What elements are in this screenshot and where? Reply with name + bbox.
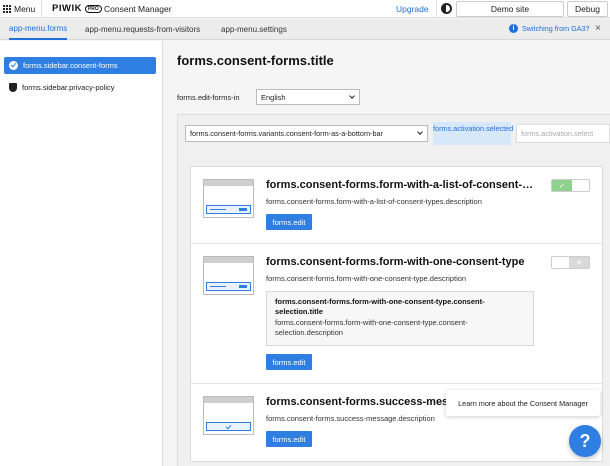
tab-forms[interactable]: app-menu.forms [9,19,68,40]
page-title: forms.consent-forms.title [177,53,334,68]
form-preview-thumbnail [203,179,254,218]
language-label: forms.edit-forms-in [177,93,240,102]
variant-select[interactable]: forms.consent-forms.variants.consent-for… [185,125,428,142]
sidebar: forms.sidebar.consent-forms forms.sideba… [0,41,163,466]
tab-requests-from-visitors[interactable]: app-menu.requests-from-visitors [85,19,200,40]
logo[interactable]: PIWIK PRO [52,3,102,14]
activation-toggle[interactable]: ✕ [551,256,590,269]
form-card-one-consent-type: forms.consent-forms.form-with-one-consen… [191,244,602,384]
shield-icon [9,83,17,92]
language-select[interactable]: English [256,89,360,105]
form-preview-thumbnail [203,396,254,435]
menu-button[interactable]: Menu [0,0,40,18]
close-icon: ✕ [569,257,589,268]
grid-icon [3,5,11,13]
form-cards-list: forms.consent-forms.form-with-a-list-of-… [190,166,603,462]
help-tooltip[interactable]: Learn more about the Consent Manager [446,390,600,416]
ga3-banner-label: Switching from GA3? [522,24,590,33]
form-card-list-of-consent-types: forms.consent-forms.form-with-a-list-of-… [191,167,602,244]
card-title: forms.consent-forms.form-with-one-consen… [266,256,525,268]
check-circle-icon [9,61,18,70]
divider [41,0,42,18]
language-value: English [261,92,286,102]
activation-toggle[interactable]: ✓ [551,179,590,192]
activation-selected-badge: forms.activation.selected [433,122,513,145]
consent-selection-box: forms.consent-forms.form-with-one-consen… [266,291,534,346]
sidebar-item-label: forms.sidebar.consent-forms [23,61,118,70]
close-icon[interactable]: × [595,23,601,34]
sidebar-item-privacy-policy[interactable]: forms.sidebar.privacy-policy [4,79,156,96]
check-icon: ✓ [552,180,572,191]
upgrade-link[interactable]: Upgrade [396,4,429,14]
form-preview-thumbnail [203,256,254,295]
chevron-down-icon [417,129,423,135]
card-description: forms.consent-forms.form-with-a-list-of-… [266,197,482,206]
ga3-banner-link[interactable]: i Switching from GA3? [509,24,590,33]
help-button[interactable]: ? [569,425,601,457]
top-bar: Menu PIWIK PRO Consent Manager Upgrade D… [0,0,610,18]
tab-settings[interactable]: app-menu.settings [221,19,287,40]
theme-toggle-icon[interactable] [441,3,452,14]
edit-button[interactable]: forms.edit [266,431,312,447]
tab-bar: app-menu.forms app-menu.requests-from-vi… [0,19,610,40]
site-selector[interactable]: Demo site [456,1,564,17]
logo-word: PIWIK [52,3,82,14]
edit-button[interactable]: forms.edit [266,354,312,370]
activation-select-button[interactable]: forms.activation.select [516,124,610,143]
product-name: Consent Manager [104,4,172,14]
divider [436,0,437,18]
chevron-down-icon [349,93,355,99]
card-description: forms.consent-forms.success-message.desc… [266,414,435,423]
variant-value: forms.consent-forms.variants.consent-for… [190,129,384,138]
card-description: forms.consent-forms.form-with-one-consen… [266,274,467,283]
sidebar-item-label: forms.sidebar.privacy-policy [22,83,115,92]
card-title: forms.consent-forms.form-with-a-list-of-… [266,179,534,191]
menu-label: Menu [14,4,36,14]
debug-button[interactable]: Debug [567,1,608,17]
logo-badge: PRO [84,4,102,13]
consent-selection-description: forms.consent-forms.form-with-one-consen… [275,318,468,337]
info-icon: i [509,24,518,33]
sidebar-item-consent-forms[interactable]: forms.sidebar.consent-forms [4,57,156,74]
consent-selection-title: forms.consent-forms.form-with-one-consen… [275,297,485,316]
edit-button[interactable]: forms.edit [266,214,312,230]
